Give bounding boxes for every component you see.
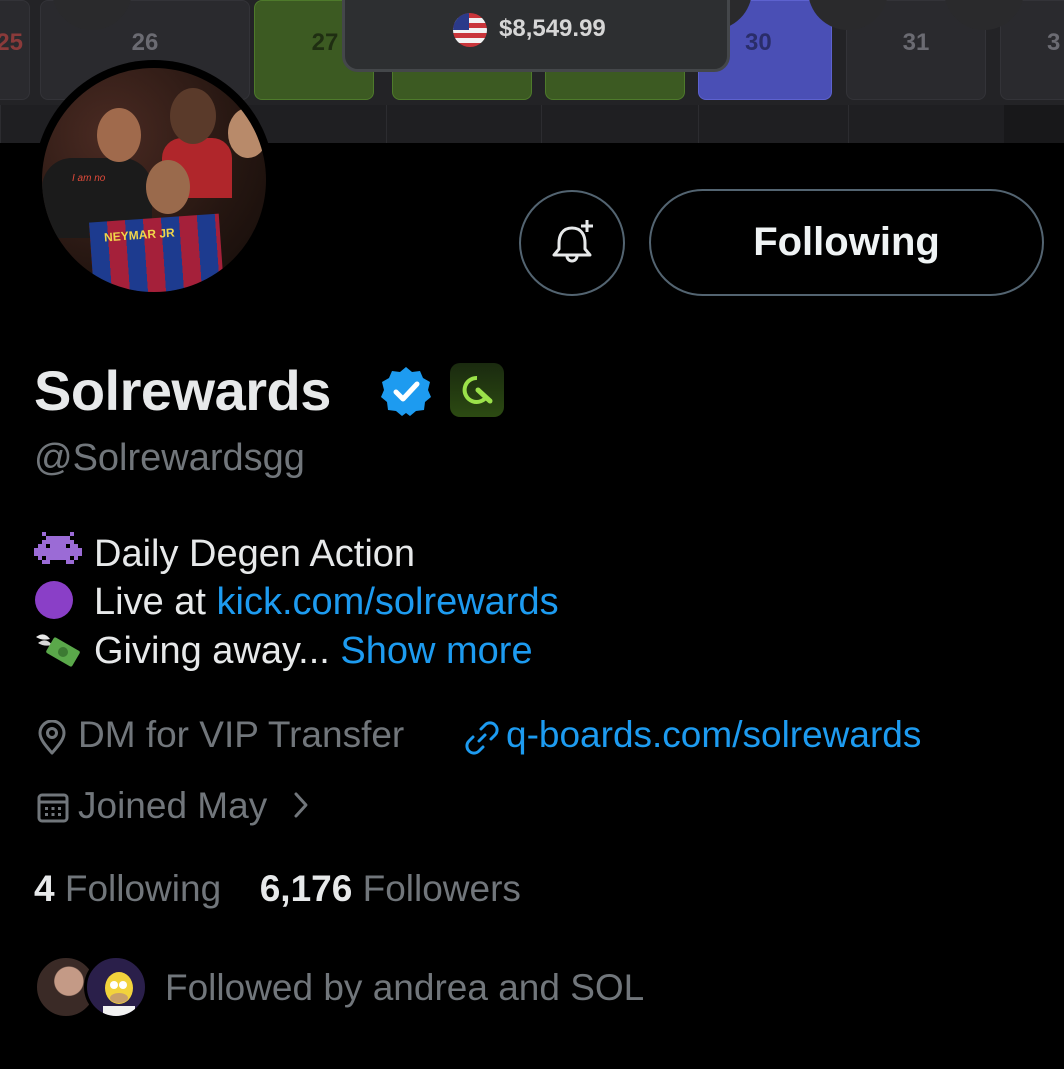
kick-link[interactable]: kick.com/solrewards: [217, 581, 559, 623]
money-with-wings-icon: [34, 629, 82, 669]
profile-avatar[interactable]: I am no NEYMAR JR: [34, 60, 274, 300]
followers-stat[interactable]: 6,176 Followers: [260, 868, 521, 909]
follower-avatar-art: [103, 972, 135, 1016]
avatar-photo: I am no NEYMAR JR: [42, 68, 266, 292]
following-stat[interactable]: 4 Following: [34, 868, 221, 909]
link-icon: [465, 721, 499, 755]
following-label: Following: [64, 868, 222, 909]
avatar-face: [146, 160, 190, 214]
bio-text: Giving away...: [94, 630, 330, 672]
profile-stats: 4 Following 6,176 Followers: [34, 868, 521, 910]
calendar-day: 3: [1047, 29, 1061, 56]
joined-text: Joined May: [78, 785, 268, 826]
notifications-button[interactable]: [519, 190, 625, 296]
following-button[interactable]: Following: [649, 189, 1044, 296]
calendar-cell-lower: [698, 105, 848, 143]
alien-monster-icon: [34, 532, 82, 572]
avatar-jersey: [89, 213, 225, 292]
calendar-day: 25: [0, 29, 23, 56]
calendar-cell: 25: [0, 0, 30, 100]
q-logo-icon: [462, 375, 493, 404]
purple-circle-icon: [34, 580, 82, 620]
avatar-face: [170, 88, 216, 144]
bio-line: Live at kick.com/solrewards: [34, 580, 559, 624]
calendar-cell-lower: [246, 105, 386, 143]
following-count: 4: [34, 868, 55, 909]
followers-count: 6,176: [259, 868, 353, 909]
calendar-cell-lower: [541, 105, 698, 143]
calendar-cell-lower: [848, 105, 1004, 143]
calendar-day: 31: [902, 29, 930, 56]
chevron-right-icon: [294, 792, 307, 818]
calendar-cell-lower: [386, 105, 541, 143]
profile-handle: @Solrewardsgg: [34, 437, 305, 479]
profile-website[interactable]: q-boards.com/solrewards: [506, 714, 921, 756]
calendar-day: 26: [131, 29, 159, 56]
bio-line: Daily Degen Action: [34, 532, 415, 576]
profile-joined[interactable]: Joined May: [78, 785, 310, 827]
follower-avatar: [84, 955, 148, 1019]
profile-name: Solrewards: [34, 359, 331, 422]
bio-text: Live at: [94, 581, 217, 623]
calendar-icon: [37, 793, 69, 823]
show-more-link[interactable]: Show more: [340, 630, 532, 672]
bio-line: Giving away... Show more: [34, 629, 533, 673]
us-flag-icon: [453, 13, 487, 47]
balance-amount: $8,549.99: [499, 15, 606, 42]
balance-pill: $8,549.99: [342, 0, 730, 72]
bell-plus-icon: [552, 220, 593, 263]
profile-location: DM for VIP Transfer: [78, 714, 405, 755]
avatar-face: [228, 108, 266, 158]
verified-badge-icon[interactable]: [380, 365, 432, 417]
location-pin-icon: [38, 720, 66, 755]
avatar-shirt-text: I am no: [72, 173, 106, 184]
followers-label: Followers: [362, 868, 521, 909]
affiliate-badge[interactable]: [450, 363, 504, 417]
bio-text: Daily Degen Action: [94, 533, 416, 575]
avatar-face: [97, 108, 141, 162]
followed-by-text: Followed by andrea and SOL: [165, 967, 645, 1008]
followed-by[interactable]: Followed by andrea and SOL: [34, 953, 934, 1023]
